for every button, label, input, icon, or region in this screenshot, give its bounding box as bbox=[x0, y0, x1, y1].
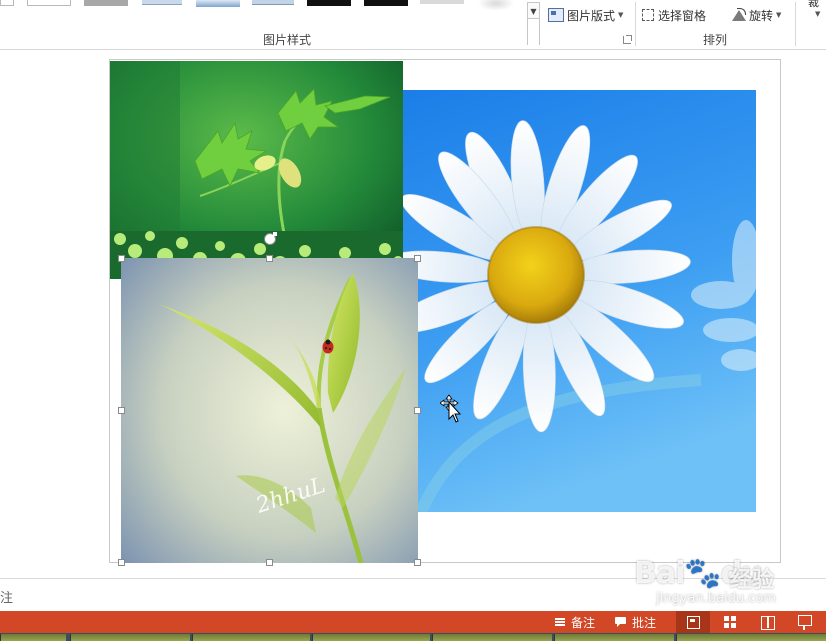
leaf-image: 2hhuL bbox=[121, 258, 418, 563]
status-bar: 备注 批注 bbox=[0, 611, 826, 633]
comment-icon bbox=[614, 616, 628, 628]
resize-handle-bottom[interactable] bbox=[266, 559, 273, 566]
gallery-expand-icon: ▼ bbox=[530, 7, 537, 16]
picture-style-8[interactable] bbox=[364, 0, 408, 6]
rotate-label: 旋转 bbox=[749, 8, 774, 23]
slideshow-button[interactable] bbox=[787, 611, 821, 633]
gallery-more-button[interactable]: ▼ bbox=[527, 2, 540, 19]
powerpoint-window: ▼ 图片版式 ▼ 选择窗格 旋转 ▼ 裁 ▼ 图片样式 排列 2hhuL 注 备… bbox=[0, 0, 826, 641]
picture-style-1[interactable] bbox=[0, 0, 14, 6]
notes-button[interactable]: 备注 bbox=[553, 614, 595, 630]
crop-button[interactable]: 裁 bbox=[808, 0, 819, 10]
slide-sorter-view-button[interactable] bbox=[713, 611, 747, 633]
picture-styles-group-label: 图片样式 bbox=[263, 33, 312, 47]
picture-style-3[interactable] bbox=[84, 0, 128, 6]
resize-handle-right[interactable] bbox=[414, 407, 421, 414]
notes-placeholder: 注 bbox=[0, 591, 14, 606]
group-separator bbox=[635, 2, 636, 46]
rotate-button[interactable]: 旋转 ▼ bbox=[732, 5, 781, 25]
resize-handle-tl[interactable] bbox=[118, 255, 125, 262]
resize-handle-tr[interactable] bbox=[414, 255, 421, 262]
rotate-handle[interactable] bbox=[264, 232, 277, 245]
taskbar-item[interactable] bbox=[192, 634, 310, 641]
picture-style-5[interactable] bbox=[196, 0, 240, 7]
normal-view-button[interactable] bbox=[676, 611, 710, 633]
taskbar-item[interactable] bbox=[432, 634, 552, 641]
seedling-image bbox=[110, 61, 403, 279]
selection-pane-label: 选择窗格 bbox=[658, 8, 707, 23]
chevron-down-icon: ▼ bbox=[618, 11, 624, 19]
leaf-ladybug-photo[interactable]: 2hhuL bbox=[121, 258, 418, 563]
notes-label: 备注 bbox=[571, 615, 596, 630]
picture-style-10[interactable] bbox=[478, 0, 514, 11]
notes-pane[interactable]: 注 bbox=[0, 578, 826, 611]
chevron-down-icon: ▼ bbox=[776, 11, 782, 19]
picture-style-4[interactable] bbox=[142, 0, 182, 5]
daisy-photo[interactable] bbox=[401, 90, 756, 512]
seedling-photo[interactable] bbox=[110, 61, 403, 279]
notes-icon bbox=[553, 616, 567, 628]
resize-handle-bl[interactable] bbox=[118, 559, 125, 566]
ribbon: ▼ 图片版式 ▼ 选择窗格 旋转 ▼ 裁 ▼ 图片样式 排列 bbox=[0, 0, 826, 50]
selection-pane-icon bbox=[641, 8, 655, 22]
taskbar-item[interactable] bbox=[312, 634, 430, 641]
taskbar-item[interactable] bbox=[676, 634, 826, 641]
rotate-icon bbox=[732, 8, 746, 22]
resize-handle-left[interactable] bbox=[118, 407, 125, 414]
taskbar-item[interactable] bbox=[70, 634, 190, 641]
resize-handle-br[interactable] bbox=[414, 559, 421, 566]
chevron-down-icon: ▼ bbox=[815, 10, 821, 18]
comments-label: 批注 bbox=[632, 615, 657, 630]
daisy-image bbox=[401, 90, 756, 512]
gallery-scroll[interactable] bbox=[527, 19, 540, 45]
group-separator bbox=[795, 2, 796, 46]
resize-handle-top[interactable] bbox=[266, 255, 273, 262]
taskbar-item[interactable] bbox=[554, 634, 674, 641]
taskbar-item[interactable] bbox=[0, 634, 66, 641]
picture-style-2[interactable] bbox=[27, 0, 71, 6]
dialog-launcher-icon[interactable] bbox=[623, 35, 632, 44]
taskbar bbox=[0, 633, 826, 641]
picture-layout-icon bbox=[548, 8, 564, 22]
move-cursor-icon bbox=[439, 393, 464, 423]
picture-style-6[interactable] bbox=[252, 0, 294, 5]
picture-layout-label: 图片版式 bbox=[567, 8, 616, 23]
picture-style-7[interactable] bbox=[307, 0, 351, 6]
arrange-group-label: 排列 bbox=[703, 33, 728, 47]
picture-style-9[interactable] bbox=[420, 0, 464, 4]
reading-view-button[interactable] bbox=[750, 611, 784, 633]
picture-layout-button[interactable]: 图片版式 ▼ bbox=[548, 5, 623, 25]
selection-pane-button[interactable]: 选择窗格 bbox=[641, 5, 706, 25]
comments-button[interactable]: 批注 bbox=[614, 614, 656, 630]
